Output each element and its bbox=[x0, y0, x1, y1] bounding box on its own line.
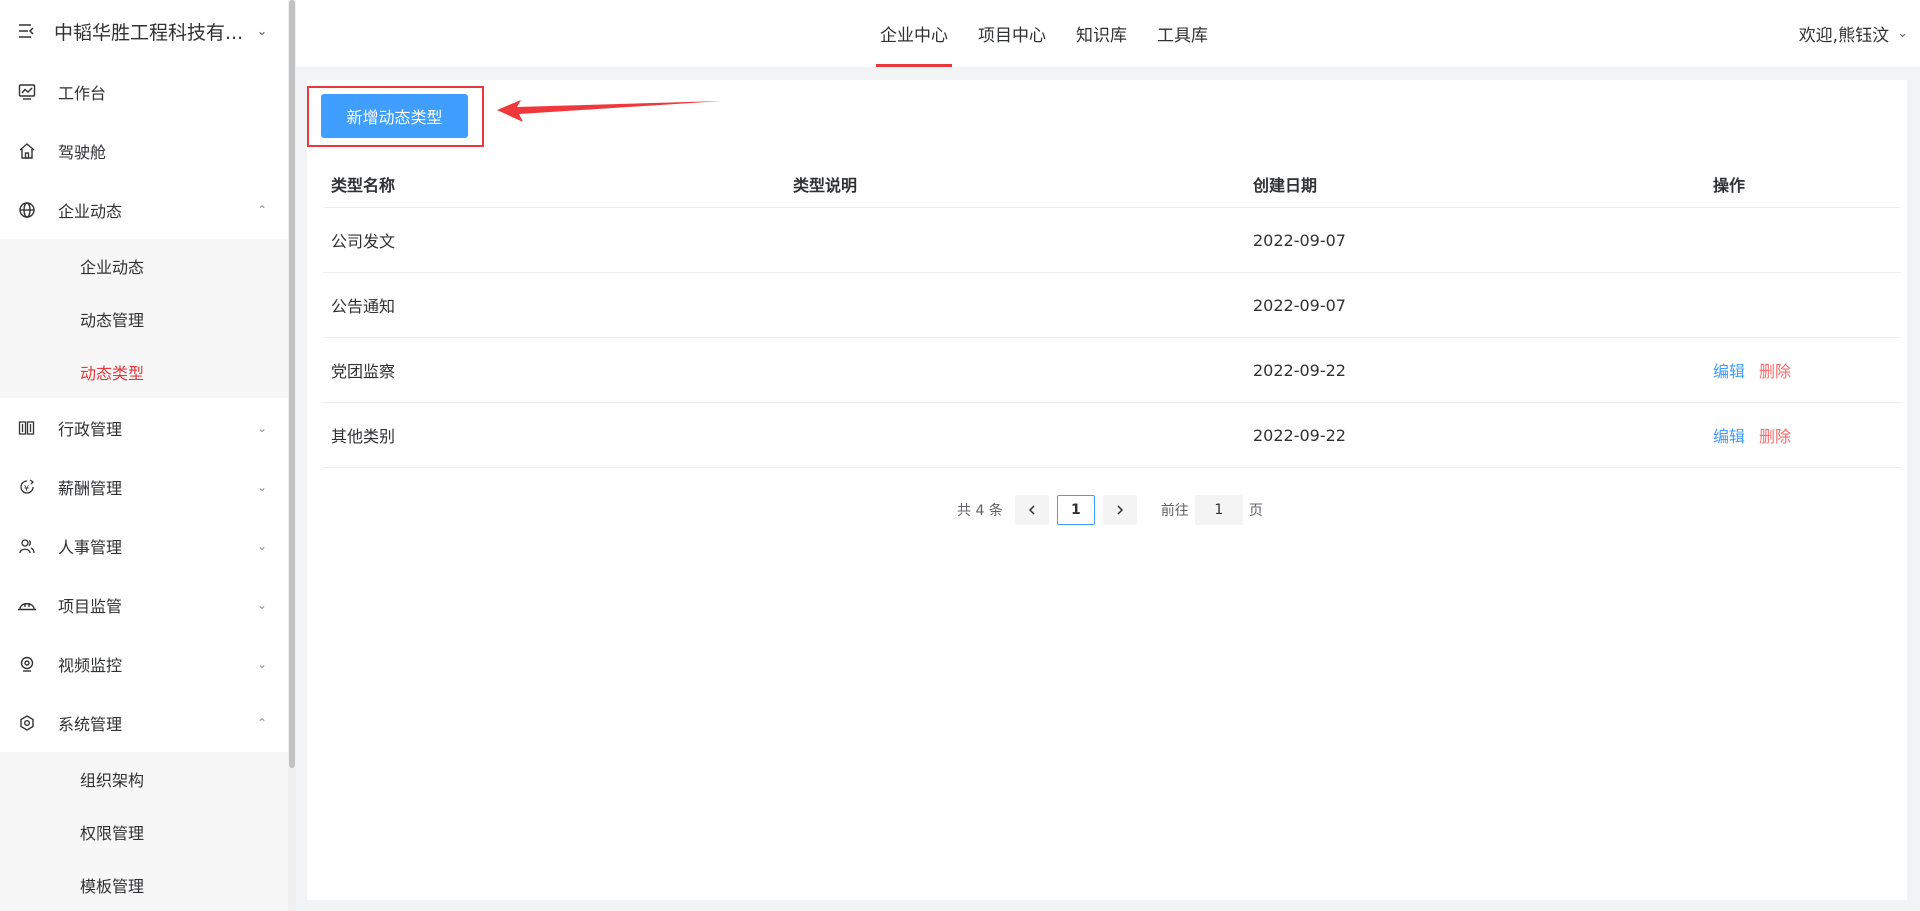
cell-created-date: 2022-09-22 bbox=[1253, 360, 1346, 380]
submenu-enterprise-news: 企业动态 动态管理 动态类型 bbox=[0, 239, 288, 398]
globe-icon bbox=[16, 199, 38, 221]
delete-link[interactable]: 删除 bbox=[1759, 423, 1791, 447]
chart-monitor-icon bbox=[16, 81, 38, 103]
sidebar-scrollbar-thumb[interactable] bbox=[289, 0, 295, 768]
cell-type-name: 党团监察 bbox=[331, 362, 396, 381]
sidebar-item-video-monitoring[interactable]: 视频监控 ⌄ bbox=[0, 634, 288, 693]
settings-icon bbox=[16, 712, 38, 734]
company-name: 中韬华胜工程科技有... bbox=[54, 21, 244, 44]
cell-created-date: 2022-09-07 bbox=[1253, 295, 1346, 315]
delete-link[interactable]: 删除 bbox=[1759, 358, 1791, 382]
sidebar-item-cockpit[interactable]: 驾驶舱 bbox=[0, 121, 288, 180]
chevron-down-icon: ⌄ bbox=[256, 656, 268, 671]
goto-page-input[interactable] bbox=[1194, 495, 1243, 525]
sidebar-item-label: 行政管理 bbox=[58, 419, 123, 439]
add-news-type-button[interactable]: 新增动态类型 bbox=[321, 94, 468, 138]
sidebar-item-label: 系统管理 bbox=[58, 714, 123, 734]
submenu-item-org-structure[interactable]: 组织架构 bbox=[0, 752, 288, 805]
sidebar-scrollbar[interactable] bbox=[288, 0, 296, 911]
cell-type-name: 公告通知 bbox=[331, 297, 396, 316]
sidebar-item-enterprise-news[interactable]: 企业动态 ⌃ bbox=[0, 180, 288, 239]
sidebar-item-system-management[interactable]: 系统管理 ⌃ bbox=[0, 693, 288, 752]
home-icon bbox=[16, 140, 38, 162]
sidebar-item-workbench[interactable]: 工作台 bbox=[0, 62, 288, 121]
goto-label: 前往 bbox=[1160, 503, 1189, 519]
submenu-item-news-management[interactable]: 动态管理 bbox=[0, 292, 288, 345]
user-menu[interactable]: 欢迎,熊钰汶 ⌄ bbox=[1799, 0, 1908, 67]
next-page-button[interactable] bbox=[1102, 495, 1137, 525]
sidebar-item-label: 驾驶舱 bbox=[58, 142, 107, 162]
sidebar-item-project-supervision[interactable]: 项目监管 ⌄ bbox=[0, 575, 288, 634]
sidebar: 中韬华胜工程科技有... ⌄ 工作台 驾驶舱 企业动态 ⌃ 企业动态 动态管理 … bbox=[0, 0, 288, 911]
page-number-current[interactable]: 1 bbox=[1056, 495, 1095, 525]
top-nav: 企业中心 项目中心 知识库 工具库 bbox=[876, 0, 1234, 67]
sidebar-item-label: 企业动态 bbox=[58, 201, 123, 221]
sidebar-item-label: 视频监控 bbox=[58, 655, 123, 675]
sidebar-item-salary[interactable]: ¥ 薪酬管理 ⌄ bbox=[0, 457, 288, 516]
cell-created-date: 2022-09-07 bbox=[1253, 230, 1346, 250]
submenu-system-management: 组织架构 权限管理 模板管理 bbox=[0, 752, 288, 911]
tab-knowledge-base[interactable]: 知识库 bbox=[1072, 0, 1131, 67]
sidebar-item-label: 工作台 bbox=[58, 83, 107, 103]
tab-project-center[interactable]: 项目中心 bbox=[974, 0, 1050, 67]
chevron-right-icon bbox=[1117, 505, 1123, 515]
sidebar-item-label: 项目监管 bbox=[58, 596, 123, 616]
submenu-item-permission[interactable]: 权限管理 bbox=[0, 805, 288, 858]
top-header: 企业中心 项目中心 知识库 工具库 欢迎,熊钰汶 ⌄ bbox=[296, 0, 1920, 67]
users-icon bbox=[16, 535, 38, 557]
table-row: 公司发文 2022-09-07 bbox=[323, 208, 1901, 273]
prev-page-button[interactable] bbox=[1014, 495, 1049, 525]
cell-type-name: 其他类别 bbox=[331, 427, 396, 446]
cell-type-name: 公司发文 bbox=[331, 232, 396, 251]
tab-enterprise-center[interactable]: 企业中心 bbox=[876, 0, 952, 67]
table-row: 党团监察 2022-09-22 编辑 删除 bbox=[323, 338, 1901, 403]
submenu-item-news-type[interactable]: 动态类型 bbox=[0, 345, 288, 398]
submenu-item-enterprise-news[interactable]: 企业动态 bbox=[0, 239, 288, 292]
cell-actions: 编辑 删除 bbox=[1705, 423, 1901, 447]
header-type-desc: 类型说明 bbox=[793, 175, 858, 195]
pagination-total: 共 4 条 bbox=[957, 503, 1003, 519]
chevron-down-icon: ⌄ bbox=[256, 597, 268, 612]
pagination: 共 4 条 1 前往 页 bbox=[957, 495, 1263, 525]
table-row: 公告通知 2022-09-07 bbox=[323, 273, 1901, 338]
chevron-left-icon bbox=[1028, 505, 1035, 515]
welcome-text: 欢迎,熊钰汶 bbox=[1798, 26, 1890, 46]
chevron-down-icon: ⌄ bbox=[256, 538, 268, 553]
chevron-up-icon: ⌃ bbox=[256, 202, 268, 217]
highlight-frame: 新增动态类型 bbox=[307, 86, 484, 147]
news-type-table: 类型名称 类型说明 创建日期 操作 公司发文 2022-09-07 公告通知 2… bbox=[323, 160, 1901, 468]
chevron-down-icon[interactable]: ⌄ bbox=[252, 24, 272, 39]
header-created-date: 创建日期 bbox=[1253, 175, 1318, 195]
brand-header[interactable]: 中韬华胜工程科技有... ⌄ bbox=[0, 0, 288, 62]
annotation-arrow-icon bbox=[497, 100, 722, 122]
page-suffix: 页 bbox=[1248, 503, 1263, 519]
building-icon bbox=[16, 417, 38, 439]
svg-text:¥: ¥ bbox=[24, 484, 29, 493]
chevron-down-icon: ⌄ bbox=[1897, 26, 1908, 41]
table-row: 其他类别 2022-09-22 编辑 删除 bbox=[323, 403, 1901, 468]
chevron-down-icon: ⌄ bbox=[256, 479, 268, 494]
sidebar-item-label: 人事管理 bbox=[58, 537, 123, 557]
edit-link[interactable]: 编辑 bbox=[1713, 358, 1745, 382]
header-actions: 操作 bbox=[1713, 175, 1746, 195]
header-type-name: 类型名称 bbox=[331, 175, 396, 195]
main-content: 新增动态类型 类型名称 类型说明 创建日期 操作 公司发文 2022-09-07… bbox=[307, 80, 1907, 900]
cell-actions: 编辑 删除 bbox=[1705, 358, 1901, 382]
submenu-item-template[interactable]: 模板管理 bbox=[0, 858, 288, 911]
salary-icon: ¥ bbox=[16, 476, 38, 498]
edit-link[interactable]: 编辑 bbox=[1713, 423, 1745, 447]
sidebar-item-hr[interactable]: 人事管理 ⌄ bbox=[0, 516, 288, 575]
menu-fold-icon[interactable] bbox=[16, 20, 38, 42]
chevron-up-icon: ⌃ bbox=[256, 715, 268, 730]
table-header: 类型名称 类型说明 创建日期 操作 bbox=[323, 160, 1901, 208]
cell-created-date: 2022-09-22 bbox=[1253, 425, 1346, 445]
tab-tool-library[interactable]: 工具库 bbox=[1153, 0, 1212, 67]
sidebar-item-label: 薪酬管理 bbox=[58, 478, 123, 498]
chevron-down-icon: ⌄ bbox=[256, 420, 268, 435]
camera-icon bbox=[16, 653, 38, 675]
sidebar-item-administration[interactable]: 行政管理 ⌄ bbox=[0, 398, 288, 457]
hardhat-icon bbox=[16, 594, 38, 616]
